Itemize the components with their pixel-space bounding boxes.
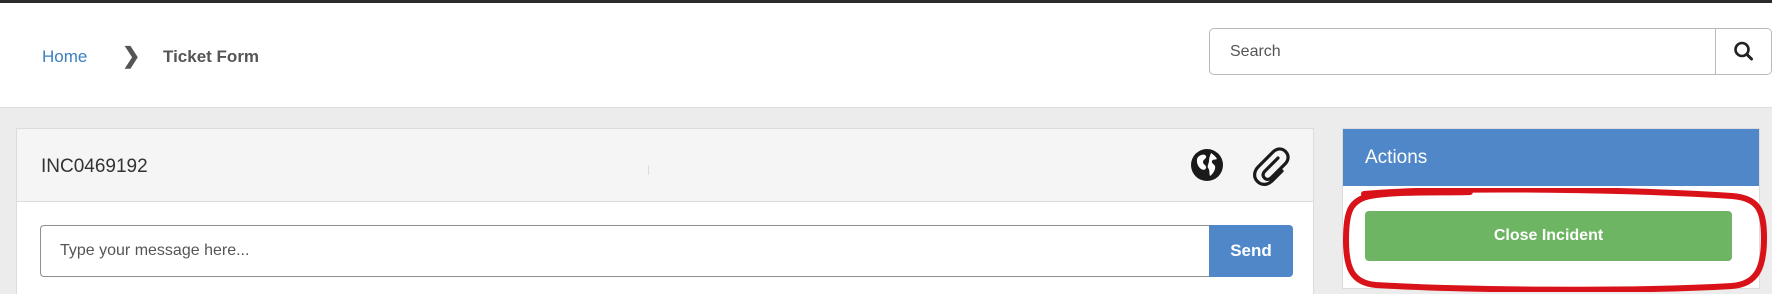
header-bar: Home ❯ Ticket Form (0, 3, 1772, 108)
globe-icon (1191, 149, 1223, 181)
globe-button[interactable] (1189, 147, 1225, 183)
breadcrumb-current: Ticket Form (163, 47, 260, 66)
ticket-header: INC0469192 (17, 129, 1313, 202)
content-divider (648, 165, 649, 175)
actions-title: Actions (1365, 147, 1428, 168)
close-incident-button[interactable]: Close Incident (1365, 211, 1732, 261)
search-input[interactable] (1210, 29, 1715, 74)
send-button[interactable]: Send (1209, 225, 1293, 277)
message-input[interactable] (40, 225, 1209, 277)
search-button[interactable] (1715, 29, 1771, 74)
actions-panel: Actions Close Incident (1342, 128, 1760, 289)
search-box (1209, 28, 1772, 75)
message-row: Send (40, 225, 1293, 277)
breadcrumb-home-link[interactable]: Home (42, 47, 87, 67)
ticket-id: INC0469192 (41, 156, 148, 177)
attachment-button[interactable] (1249, 143, 1293, 187)
ticket-panel: INC0469192 Send (16, 128, 1314, 294)
actions-header: Actions (1343, 129, 1759, 186)
breadcrumb-separator-icon: ❯ (122, 43, 141, 68)
search-icon (1734, 41, 1753, 61)
paperclip-icon (1253, 147, 1290, 186)
